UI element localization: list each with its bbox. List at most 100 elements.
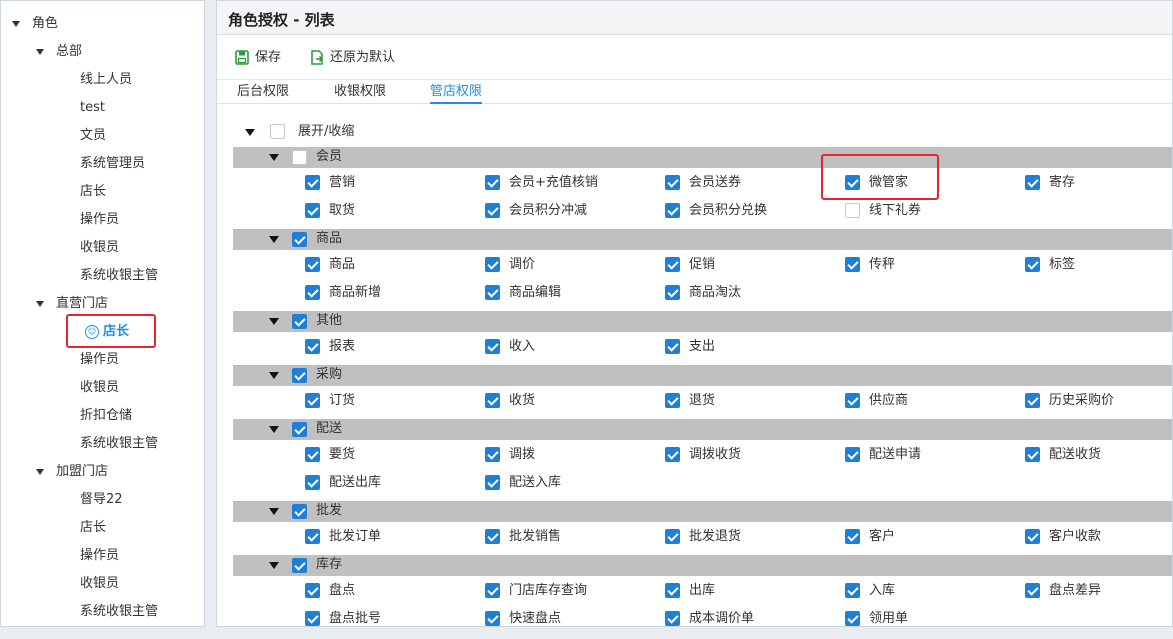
permission-label: 批发销售 (509, 529, 562, 544)
permission-checkbox[interactable] (305, 393, 320, 408)
collapse-arrow-icon[interactable] (269, 426, 279, 433)
permission-label: 收货 (509, 393, 536, 408)
permission-checkbox[interactable] (665, 203, 680, 218)
permission-checkbox[interactable] (305, 257, 320, 272)
tree-item-label: 文员 (80, 128, 107, 143)
permission-checkbox[interactable] (485, 475, 500, 490)
tree-item-label: 操作员 (80, 548, 120, 563)
permission-checkbox[interactable] (845, 447, 860, 462)
permission-checkbox[interactable] (1025, 529, 1040, 544)
group-checkbox[interactable] (292, 504, 307, 519)
restore-default-button[interactable]: 还原为默认 (310, 47, 420, 69)
collapse-arrow-icon[interactable] (269, 508, 279, 515)
permission-checkbox[interactable] (845, 583, 860, 598)
expand-arrow-icon[interactable] (36, 301, 44, 307)
permission-checkbox[interactable] (485, 529, 500, 544)
permission-checkbox[interactable] (1025, 583, 1040, 598)
permission-checkbox[interactable] (665, 583, 680, 598)
tab-1[interactable]: 后台权限 (237, 82, 289, 102)
permission-label: 盘点批号 (329, 611, 382, 626)
permission-checkbox[interactable] (665, 529, 680, 544)
permission-label: 商品 (329, 257, 356, 272)
group-checkbox[interactable] (292, 314, 307, 329)
permission-checkbox[interactable] (305, 339, 320, 354)
permission-checkbox[interactable] (305, 285, 320, 300)
restore-label: 还原为默认 (330, 50, 396, 65)
tab-2[interactable]: 收银权限 (334, 82, 386, 102)
permission-checkbox[interactable] (845, 529, 860, 544)
group-checkbox[interactable] (292, 422, 307, 437)
tree-item-label: 系统收银主管 (80, 604, 159, 619)
group-checkbox[interactable] (292, 558, 307, 573)
permission-checkbox[interactable] (665, 257, 680, 272)
collapse-arrow-icon[interactable] (245, 129, 255, 136)
permission-checkbox[interactable] (665, 393, 680, 408)
panel-titlebar: 角色授权 - 列表 (217, 1, 1172, 35)
permission-label: 取货 (329, 203, 356, 218)
permission-checkbox[interactable] (485, 257, 500, 272)
permission-checkbox[interactable] (845, 393, 860, 408)
permission-checkbox[interactable] (305, 529, 320, 544)
permission-label: 报表 (329, 339, 356, 354)
permission-label: 调拨收货 (689, 447, 742, 462)
permission-checkbox[interactable] (665, 611, 680, 626)
permission-checkbox[interactable] (845, 611, 860, 626)
permission-label: 客户收款 (1049, 529, 1102, 544)
permission-checkbox[interactable] (665, 339, 680, 354)
permission-checkbox[interactable] (845, 257, 860, 272)
expand-collapse-label: 展开/收缩 (298, 124, 355, 139)
group-checkbox[interactable] (292, 368, 307, 383)
tree-item-label: 收银员 (80, 576, 120, 591)
permission-checkbox[interactable] (1025, 447, 1040, 462)
permission-label: 出库 (689, 583, 716, 598)
permission-checkbox[interactable] (305, 611, 320, 626)
collapse-arrow-icon[interactable] (269, 236, 279, 243)
permission-label: 支出 (689, 339, 716, 354)
permission-checkbox[interactable] (305, 203, 320, 218)
permission-checkbox[interactable] (485, 447, 500, 462)
group-checkbox[interactable] (292, 232, 307, 247)
permission-checkbox[interactable] (665, 175, 680, 190)
expand-arrow-icon[interactable] (36, 469, 44, 475)
expand-all-checkbox[interactable] (270, 124, 285, 139)
tab-3[interactable]: 管店权限 (430, 82, 483, 104)
save-button[interactable]: 保存 (235, 47, 305, 69)
permission-group-header: 库存 (233, 555, 1172, 576)
expand-arrow-icon[interactable] (12, 21, 20, 27)
permission-checkbox[interactable] (485, 175, 500, 190)
permission-checkbox[interactable] (665, 447, 680, 462)
permission-label: 线下礼券 (869, 203, 922, 218)
group-checkbox[interactable] (292, 150, 307, 165)
permission-checkbox[interactable] (485, 203, 500, 218)
permission-checkbox[interactable] (1025, 175, 1040, 190)
group-label: 采购 (316, 367, 343, 382)
permission-checkbox[interactable] (1025, 257, 1040, 272)
permission-checkbox[interactable] (845, 203, 860, 218)
permission-checkbox[interactable] (485, 393, 500, 408)
permission-label: 批发退货 (689, 529, 742, 544)
permission-label: 配送收货 (1049, 447, 1102, 462)
tree-item-label: 系统收银主管 (80, 268, 159, 283)
permission-checkbox[interactable] (485, 339, 500, 354)
permission-label: 配送出库 (329, 475, 382, 490)
permission-label: 供应商 (869, 393, 909, 408)
collapse-arrow-icon[interactable] (269, 372, 279, 379)
collapse-arrow-icon[interactable] (269, 562, 279, 569)
expand-arrow-icon[interactable] (36, 49, 44, 55)
permission-checkbox[interactable] (665, 285, 680, 300)
permission-checkbox[interactable] (305, 583, 320, 598)
tree-item-label: 收银员 (80, 240, 120, 255)
tree-group-label: 加盟门店 (56, 464, 109, 479)
permission-checkbox[interactable] (1025, 393, 1040, 408)
permission-checkbox[interactable] (485, 285, 500, 300)
permission-checkbox[interactable] (305, 175, 320, 190)
permission-checkbox[interactable] (485, 611, 500, 626)
group-label: 库存 (316, 557, 343, 572)
collapse-arrow-icon[interactable] (269, 318, 279, 325)
permission-label: 会员+充值核销 (509, 175, 598, 190)
permission-label: 盘点差异 (1049, 583, 1102, 598)
permission-checkbox[interactable] (485, 583, 500, 598)
permission-checkbox[interactable] (305, 447, 320, 462)
permission-checkbox[interactable] (305, 475, 320, 490)
collapse-arrow-icon[interactable] (269, 154, 279, 161)
